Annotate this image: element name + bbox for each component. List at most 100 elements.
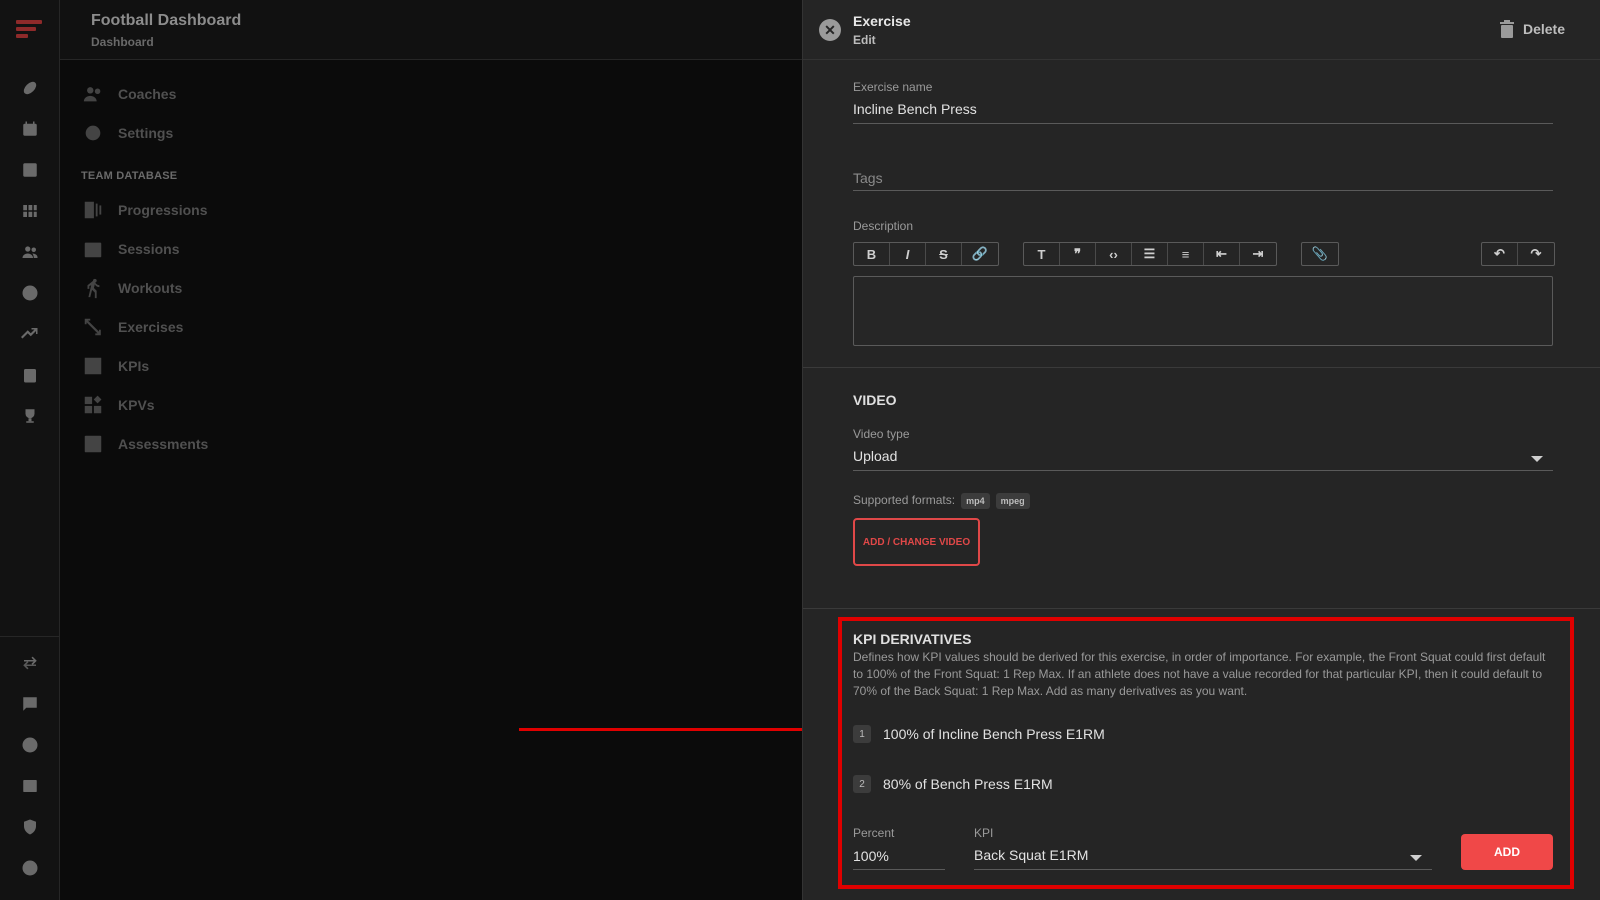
kpi-description: Defines how KPI values should be derived… <box>853 650 1546 698</box>
sidebar-item-label: Sessions <box>118 241 180 257</box>
sidebar-item-kpis[interactable]: KPIs <box>82 353 149 379</box>
tags-input[interactable]: Tags <box>853 170 883 186</box>
code-button[interactable]: ‹› <box>1096 243 1132 265</box>
add-derivative-button[interactable]: ADD <box>1461 834 1553 870</box>
football-icon[interactable] <box>20 78 40 98</box>
undo-button[interactable]: ↶ <box>1482 243 1518 265</box>
trending-icon[interactable] <box>20 324 40 344</box>
description-editor[interactable] <box>853 276 1553 346</box>
drawer-title: Exercise <box>853 13 911 29</box>
calendar-icon <box>84 242 102 258</box>
bold-icon: B <box>866 246 877 262</box>
soccer-ball-icon[interactable] <box>20 283 40 303</box>
sidebar-item-progressions[interactable]: Progressions <box>82 197 207 223</box>
help-icon[interactable] <box>20 735 40 755</box>
strikethrough-icon: S <box>939 246 948 262</box>
format-chip: mpeg <box>995 493 1030 509</box>
add-change-video-button[interactable]: ADD / CHANGE VIDEO <box>853 518 980 566</box>
outdent-icon: ⇤ <box>1216 246 1227 261</box>
notes-icon[interactable] <box>20 160 40 180</box>
outdent-button[interactable]: ⇤ <box>1204 243 1240 265</box>
bold-button[interactable]: B <box>854 243 890 265</box>
delete-label: Delete <box>1522 21 1565 37</box>
numbered-list-button[interactable]: ≡ <box>1168 243 1204 265</box>
exercise-name-underline <box>853 123 1553 124</box>
code-icon: ‹› <box>1109 246 1118 262</box>
breadcrumb[interactable]: Dashboard <box>91 35 154 49</box>
drawer-subtitle: Edit <box>853 33 876 47</box>
kpi-select[interactable]: Back Squat E1RM <box>974 847 1088 863</box>
sidebar-item-kpvs[interactable]: KPVs <box>82 392 155 418</box>
bullet-list-icon: ☰ <box>1143 246 1156 261</box>
app-title: Football Dashboard <box>91 12 242 29</box>
shield-icon[interactable] <box>20 817 40 837</box>
order-badge: 2 <box>853 775 871 793</box>
app-logo[interactable] <box>16 18 42 44</box>
indent-button[interactable]: ⇥ <box>1240 243 1276 265</box>
sidebar-item-label: KPVs <box>118 397 155 413</box>
swap-icon[interactable] <box>20 653 40 673</box>
link-button[interactable]: 🔗 <box>962 243 998 265</box>
trophy-icon[interactable] <box>20 406 40 426</box>
sidebar-item-coaches[interactable]: Coaches <box>82 81 176 107</box>
calendar-icon[interactable] <box>20 119 40 139</box>
sidebar-item-label: Exercises <box>118 319 184 335</box>
derivative-text: 80% of Bench Press E1RM <box>883 776 1053 792</box>
sidebar-item-label: KPIs <box>118 358 150 374</box>
app-header: Football Dashboard Dashboard <box>60 0 802 60</box>
grid-icon[interactable] <box>20 201 40 221</box>
chat-icon[interactable] <box>20 694 40 714</box>
widgets-icon <box>84 395 102 414</box>
account-icon[interactable] <box>20 858 40 878</box>
rail-divider <box>0 636 60 637</box>
format-chip: mp4 <box>961 493 990 509</box>
sidebar-item-workouts[interactable]: Workouts <box>82 275 182 301</box>
video-type-underline <box>853 470 1553 471</box>
percent-input[interactable]: 100% <box>853 848 889 864</box>
people-icon <box>83 87 101 102</box>
people-icon[interactable] <box>20 242 40 262</box>
percent-label: Percent <box>853 826 895 840</box>
italic-button[interactable]: I <box>890 243 926 265</box>
derivative-text: 100% of Incline Bench Press E1RM <box>883 726 1105 742</box>
video-type-select[interactable]: Upload <box>853 448 897 464</box>
list-item[interactable]: 1 100% of Incline Bench Press E1RM <box>853 725 1105 743</box>
video-type-label: Video type <box>853 427 910 441</box>
sidebar-item-label: Workouts <box>118 280 183 296</box>
sidebar-item-exercises[interactable]: Exercises <box>82 314 183 340</box>
supported-formats-label: Supported formats: <box>853 493 956 507</box>
history-group: ↶ ↷ <box>1481 242 1555 266</box>
percent-underline <box>853 869 945 870</box>
sidebar-item-settings[interactable]: Settings <box>82 120 173 146</box>
chevron-down-icon[interactable] <box>1410 855 1422 861</box>
paperclip-icon: 📎 <box>1311 246 1329 261</box>
close-button[interactable]: ✕ <box>819 19 841 41</box>
chevron-down-icon[interactable] <box>1531 456 1543 462</box>
format-group: B I S 🔗 <box>853 242 999 266</box>
bar-chart-icon <box>84 357 102 375</box>
table-icon[interactable] <box>20 776 40 796</box>
sidebar-item-assessments[interactable]: Assessments <box>82 431 208 457</box>
numbered-list-icon: ≡ <box>1181 246 1190 262</box>
sidebar-item-label: Settings <box>118 125 174 141</box>
sidebar-item-label: Progressions <box>118 202 208 218</box>
sidebar-item-sessions[interactable]: Sessions <box>82 236 179 262</box>
attach-button[interactable]: 📎 <box>1302 243 1338 265</box>
sidebar-nav: Coaches Settings TEAM DATABASE Progressi… <box>60 60 802 900</box>
bullet-list-button[interactable]: ☰ <box>1132 243 1168 265</box>
kpi-label: KPI <box>974 826 994 840</box>
heading-button[interactable]: T <box>1024 243 1060 265</box>
redo-button[interactable]: ↷ <box>1518 243 1554 265</box>
list-item[interactable]: 2 80% of Bench Press E1RM <box>853 775 1053 793</box>
delete-button[interactable]: Delete <box>1499 20 1565 38</box>
exercise-name-label: Exercise name <box>853 80 933 94</box>
attach-group: 📎 <box>1301 242 1339 266</box>
italic-icon: I <box>905 246 910 262</box>
clipboard-icon[interactable] <box>20 365 40 385</box>
quote-button[interactable]: ❞ <box>1060 243 1096 265</box>
gear-icon <box>85 125 101 141</box>
icon-rail <box>0 0 60 900</box>
history-toolbar: ↶ ↷ <box>1481 242 1555 266</box>
exercise-name-input[interactable]: Incline Bench Press <box>853 101 977 117</box>
strikethrough-button[interactable]: S <box>926 243 962 265</box>
